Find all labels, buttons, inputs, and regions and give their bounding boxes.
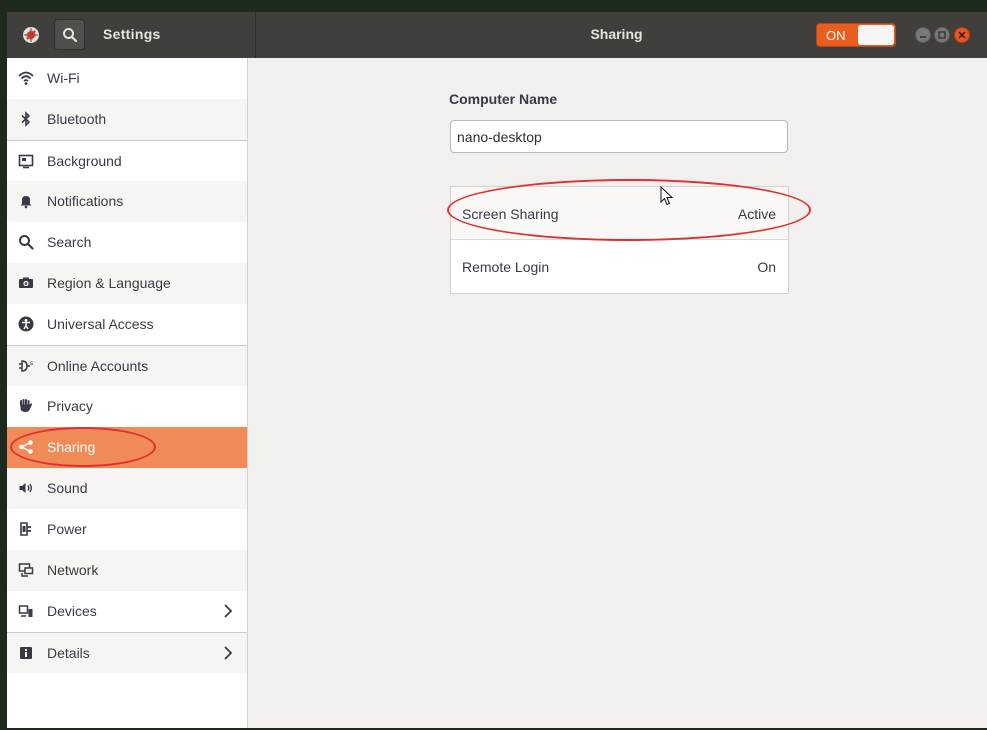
panel-title-text: Sharing xyxy=(590,26,643,42)
remote-login-row[interactable]: Remote Login On xyxy=(451,240,788,293)
screen-sharing-row[interactable]: Screen Sharing Active xyxy=(451,187,788,240)
sidebar-item-sound[interactable]: Sound xyxy=(7,468,247,509)
sidebar-item-label: Details xyxy=(47,645,90,661)
switch-knob xyxy=(858,25,894,45)
search-button[interactable] xyxy=(54,19,85,50)
sidebar-item-label: Wi-Fi xyxy=(47,70,80,86)
search-icon xyxy=(63,28,78,43)
header-bar: Settings Sharing ON xyxy=(7,12,987,58)
sidebar-item-label: Search xyxy=(47,234,92,250)
settings-app-icon xyxy=(23,27,39,43)
sidebar-item-label: Online Accounts xyxy=(47,358,149,374)
network-icon xyxy=(18,563,34,577)
mouse-cursor-icon xyxy=(660,186,674,206)
bluetooth-icon xyxy=(21,111,31,127)
sidebar-item-label: Bluetooth xyxy=(47,111,107,127)
sidebar-item-online-accounts[interactable]: s Online Accounts xyxy=(7,345,247,386)
sidebar-item-region-language[interactable]: Region & Language xyxy=(7,263,247,304)
background-icon xyxy=(18,154,34,169)
app-title: Settings xyxy=(103,26,161,42)
hand-icon xyxy=(20,399,32,412)
sidebar-item-privacy[interactable]: Privacy xyxy=(7,386,247,427)
sidebar-item-label: Region & Language xyxy=(47,275,171,291)
close-icon xyxy=(958,31,966,39)
sidebar-item-label: Network xyxy=(47,562,99,578)
bell-icon xyxy=(20,196,32,209)
minimize-icon xyxy=(920,36,926,38)
maximize-button[interactable] xyxy=(934,27,950,43)
computer-name-label: Computer Name xyxy=(449,91,558,107)
share-icon xyxy=(19,440,33,454)
sidebar-item-network[interactable]: Network xyxy=(7,550,247,591)
computer-name-input[interactable] xyxy=(450,120,788,153)
sidebar-item-label: Privacy xyxy=(47,398,93,414)
row-label: Screen Sharing xyxy=(462,206,559,222)
devices-icon xyxy=(18,605,33,617)
row-status: Active xyxy=(737,206,776,222)
sidebar-item-label: Universal Access xyxy=(47,316,154,332)
minimize-button[interactable] xyxy=(915,27,931,43)
sidebar-item-label: Sharing xyxy=(47,439,96,455)
sidebar-item-details[interactable]: Details xyxy=(7,632,247,673)
wifi-icon xyxy=(18,71,34,85)
sidebar-item-universal-access[interactable]: Universal Access xyxy=(7,304,247,345)
switch-label: ON xyxy=(826,28,846,43)
sidebar-item-label: Notifications xyxy=(47,193,124,209)
row-status: On xyxy=(757,259,776,275)
sidebar-item-wifi[interactable]: Wi-Fi xyxy=(7,58,247,99)
chevron-right-icon xyxy=(224,604,233,618)
sidebar-item-sharing[interactable]: Sharing xyxy=(7,427,247,468)
header-left: Settings xyxy=(7,12,256,58)
maximize-icon xyxy=(938,31,946,39)
sidebar: Wi-Fi Bluetooth Background Notifications xyxy=(7,58,248,728)
sidebar-item-label: Background xyxy=(47,153,122,169)
sidebar-item-search[interactable]: Search xyxy=(7,222,247,263)
sharing-services-list: Screen Sharing Active Remote Login On xyxy=(450,186,789,294)
power-plug-icon xyxy=(20,522,31,536)
accessibility-icon xyxy=(18,316,34,332)
sidebar-item-label: Sound xyxy=(47,480,88,496)
sidebar-item-power[interactable]: Power xyxy=(7,509,247,550)
sidebar-item-devices[interactable]: Devices xyxy=(7,591,247,632)
close-button[interactable] xyxy=(954,27,970,43)
sidebar-item-notifications[interactable]: Notifications xyxy=(7,181,247,222)
info-icon xyxy=(20,647,32,659)
camera-icon xyxy=(19,277,33,288)
online-accounts-icon: s xyxy=(19,360,33,372)
sharing-panel: Computer Name Screen Sharing Active Remo… xyxy=(248,58,987,728)
speaker-icon xyxy=(19,483,32,493)
sidebar-item-label: Devices xyxy=(47,603,97,619)
search-icon xyxy=(19,235,34,250)
row-label: Remote Login xyxy=(462,259,550,275)
settings-window: Settings Sharing ON Wi-Fi Bluetooth Back… xyxy=(7,12,987,728)
sidebar-item-label: Power xyxy=(47,521,87,537)
sidebar-item-background[interactable]: Background xyxy=(7,140,247,181)
chevron-right-icon xyxy=(224,646,233,660)
svg-text:s: s xyxy=(30,360,33,367)
sidebar-item-bluetooth[interactable]: Bluetooth xyxy=(7,99,247,140)
sharing-master-switch[interactable]: ON xyxy=(816,23,896,47)
